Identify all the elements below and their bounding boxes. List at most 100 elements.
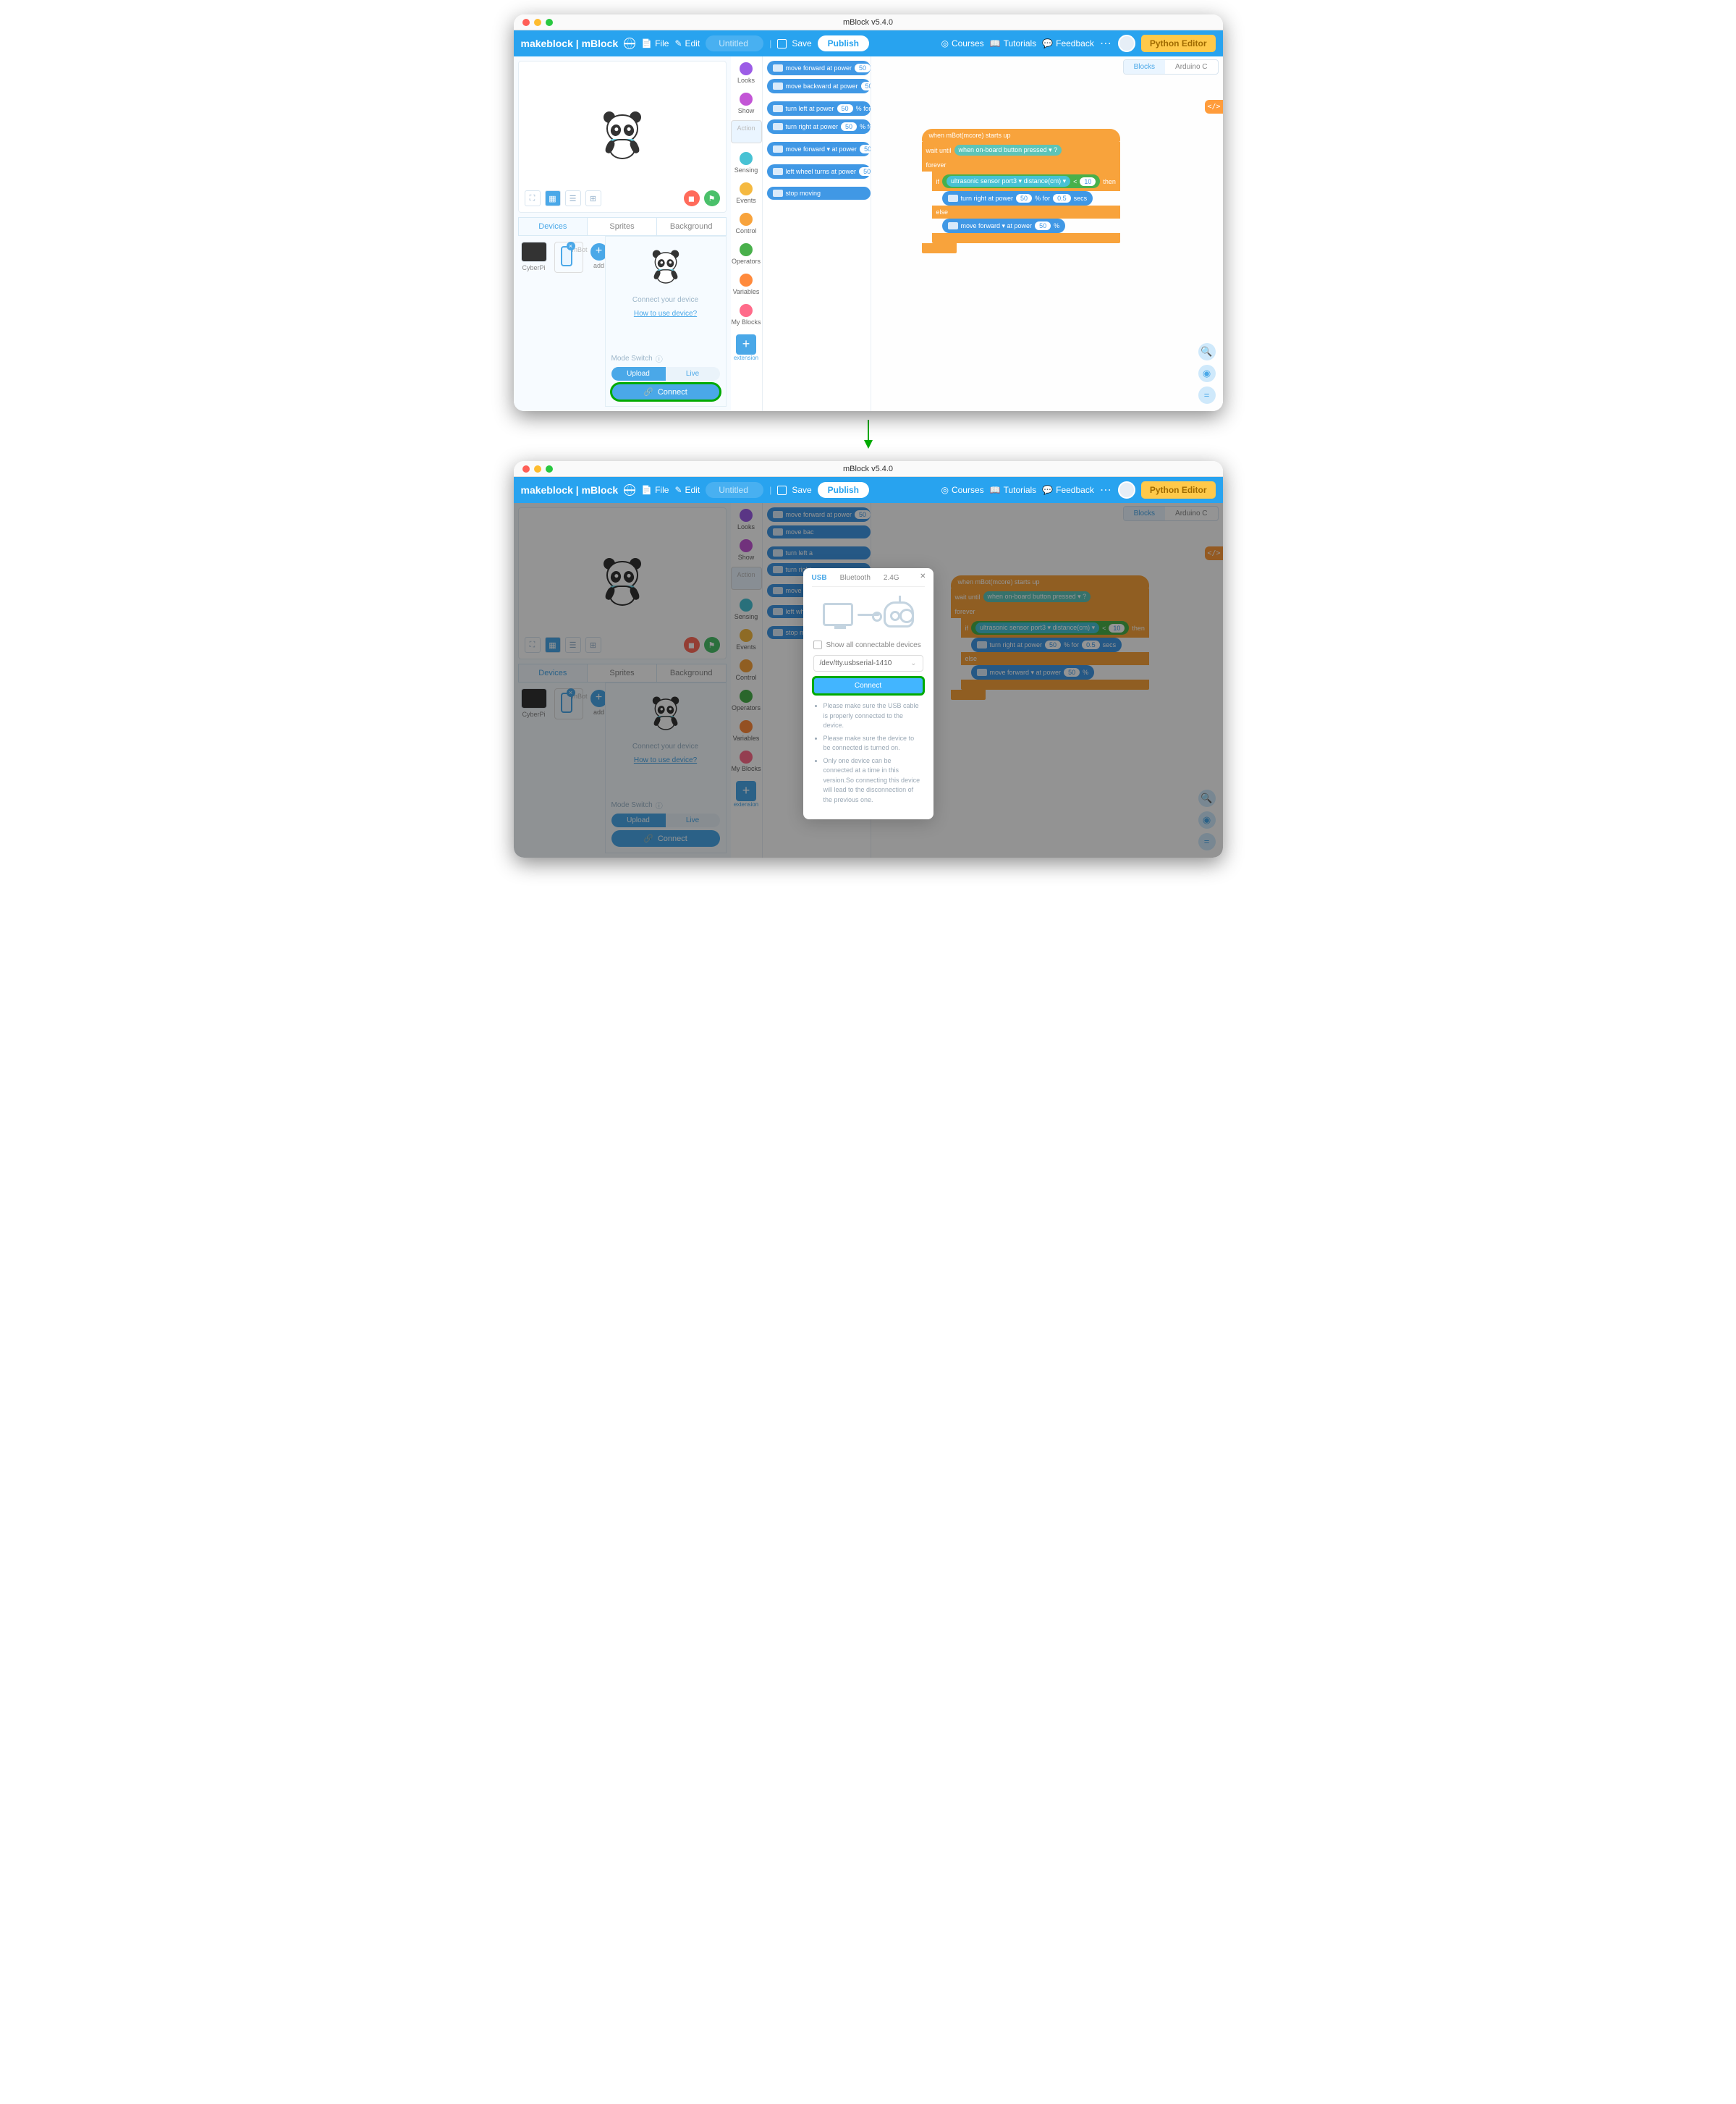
flag-icon[interactable]: ⚑ <box>704 190 720 206</box>
avatar[interactable] <box>1118 35 1135 52</box>
more-icon[interactable]: ⋯ <box>1100 36 1112 51</box>
mode-switch[interactable]: Upload Live <box>611 367 720 381</box>
conn-tab-usb[interactable]: USB <box>812 574 827 582</box>
layout2-icon[interactable]: ☰ <box>565 190 581 206</box>
tab-blocks[interactable]: Blocks <box>1124 60 1165 74</box>
cat-looks[interactable]: Looks <box>731 59 762 90</box>
dialog-close-icon[interactable]: ✕ <box>920 573 926 580</box>
blk-fwd-dir[interactable]: move forward ▾ at power50 <box>767 142 871 156</box>
conn-tab-bluetooth[interactable]: Bluetooth <box>840 574 871 582</box>
view-toggle[interactable]: Blocks Arduino C <box>1123 59 1219 75</box>
project-name[interactable]: Untitled <box>706 35 763 51</box>
blk-forward[interactable]: move forward at power50% for <box>767 61 871 75</box>
device-cyberpi[interactable]: CyberPi <box>521 242 547 279</box>
wait-block[interactable]: wait until when on-board button pressed … <box>922 142 1120 159</box>
connect-dialog: USB Bluetooth 2.4G ✕ Show all connectabl… <box>803 568 933 819</box>
blk-right[interactable]: turn right at power50% for1 <box>767 119 871 134</box>
save-button[interactable]: Save <box>777 38 811 49</box>
feedback-link[interactable]: 💬 Feedback <box>1042 485 1094 495</box>
app-toolbar: makeblock | mBlock 📄 File ✎ Edit Untitle… <box>514 30 1223 56</box>
category-column: Looks Show Action Sensing Events Control… <box>731 56 763 411</box>
zoom-in-icon[interactable]: 🔍 <box>1198 343 1216 360</box>
asset-tabs: Devices Sprites Background <box>518 217 727 236</box>
avatar[interactable] <box>1118 481 1135 499</box>
cat-events[interactable]: Events <box>731 179 762 210</box>
fullscreen-icon[interactable]: ⛶ <box>525 190 541 206</box>
conn-tab-24g[interactable]: 2.4G <box>884 574 899 582</box>
mode-upload[interactable]: Upload <box>611 367 666 381</box>
feedback-link[interactable]: 💬 Feedback <box>1042 38 1094 48</box>
code-tag-icon[interactable]: </> <box>1205 100 1222 114</box>
if-block[interactable]: if ultrasonic sensor port3 ▾ distance(cm… <box>932 172 1120 191</box>
connect-button[interactable]: 🔗Connect <box>611 384 720 400</box>
cat-show[interactable]: Show <box>731 90 762 120</box>
cat-myblocks[interactable]: My Blocks <box>731 301 762 331</box>
device-mbot[interactable]: mBot <box>554 242 583 273</box>
chevron-down-icon: ⌄ <box>910 659 916 667</box>
edit-menu[interactable]: ✎ Edit <box>674 485 700 495</box>
cat-variables[interactable]: Variables <box>731 271 762 301</box>
else-block[interactable]: else <box>932 206 1120 219</box>
window-after: mBlock v5.4.0 makeblock | mBlock 📄 File … <box>514 461 1223 858</box>
port-select[interactable]: /dev/tty.usbserial-1410⌄ <box>813 655 923 672</box>
layout1-icon[interactable]: ▦ <box>545 190 561 206</box>
stop-icon[interactable]: ◼ <box>684 190 700 206</box>
file-menu[interactable]: 📄 File <box>641 485 669 495</box>
panda-sprite[interactable] <box>601 111 644 162</box>
publish-button[interactable]: Publish <box>818 35 869 51</box>
python-editor-button[interactable]: Python Editor <box>1141 481 1216 499</box>
blk-wheel[interactable]: left wheel turns at power50%, r <box>767 164 871 179</box>
show-all-checkbox[interactable]: Show all connectable devices <box>813 641 923 649</box>
courses-link[interactable]: ◎ Courses <box>941 38 983 48</box>
howto-link[interactable]: How to use device? <box>634 310 697 318</box>
blk-left[interactable]: turn left at power50% for1 <box>767 101 871 116</box>
file-menu[interactable]: 📄 File <box>641 38 669 48</box>
cat-operators[interactable]: Operators <box>731 240 762 271</box>
tutorials-link[interactable]: 📖 Tutorials <box>990 38 1037 48</box>
tab-sprites[interactable]: Sprites <box>588 218 657 235</box>
forever-block[interactable]: forever <box>922 159 1120 172</box>
more-icon[interactable]: ⋯ <box>1100 483 1112 497</box>
script-canvas[interactable]: Blocks Arduino C </> 🔍 ◉ = when mBot(mco… <box>871 56 1223 411</box>
dialog-connect-button[interactable]: Connect <box>813 677 923 694</box>
courses-link[interactable]: ◎ Courses <box>941 485 983 495</box>
publish-button[interactable]: Publish <box>818 482 869 498</box>
layout3-icon[interactable]: ⊞ <box>585 190 601 206</box>
titlebar: mBlock v5.4.0 <box>514 461 1223 477</box>
block-palette: move forward at power50% for move backwa… <box>763 56 871 411</box>
zoom-fit-icon[interactable]: ◉ <box>1198 365 1216 382</box>
language-icon[interactable] <box>624 38 635 49</box>
cat-control[interactable]: Control <box>731 210 762 240</box>
save-button[interactable]: Save <box>777 484 811 496</box>
python-editor-button[interactable]: Python Editor <box>1141 35 1216 52</box>
edit-menu[interactable]: ✎ Edit <box>674 38 700 48</box>
connect-panel: Connect your device How to use device? M… <box>605 236 727 407</box>
fwd-block[interactable]: move forward ▾ at power50% <box>942 219 1066 233</box>
brand: makeblock | mBlock <box>521 38 619 49</box>
turn-block[interactable]: turn right at power50% for0.5secs <box>942 191 1093 206</box>
usb-diagram-icon <box>813 594 923 635</box>
hat-block[interactable]: when mBot(mcore) starts up <box>922 129 1120 142</box>
cat-sensing[interactable]: Sensing <box>731 149 762 179</box>
connect-hint: Connect your device <box>632 296 698 304</box>
extension-button[interactable]: + <box>736 334 756 355</box>
tab-arduino[interactable]: Arduino C <box>1165 60 1217 74</box>
blk-stop[interactable]: stop moving <box>767 187 871 200</box>
link-icon: 🔗 <box>643 387 653 397</box>
connect-tips: Please make sure the USB cable is proper… <box>813 701 923 805</box>
blk-backward[interactable]: move backward at power50% fo <box>767 79 871 93</box>
tab-background[interactable]: Background <box>657 218 726 235</box>
flow-arrow-icon <box>514 420 1223 452</box>
cat-action[interactable]: Action <box>731 120 762 143</box>
tab-devices[interactable]: Devices <box>519 218 588 235</box>
brand: makeblock | mBlock <box>521 484 619 496</box>
zoom-out-icon[interactable]: = <box>1198 386 1216 404</box>
script-stack[interactable]: when mBot(mcore) starts up wait until wh… <box>922 129 1120 253</box>
mode-switch-label: Mode Switch ⓘ <box>611 353 663 364</box>
language-icon[interactable] <box>624 484 635 496</box>
tutorials-link[interactable]: 📖 Tutorials <box>990 485 1037 495</box>
window-title: mBlock v5.4.0 <box>514 18 1223 27</box>
app-toolbar: makeblock | mBlock 📄 File ✎ Edit Untitle… <box>514 477 1223 503</box>
mode-live[interactable]: Live <box>666 367 720 381</box>
project-name[interactable]: Untitled <box>706 482 763 498</box>
